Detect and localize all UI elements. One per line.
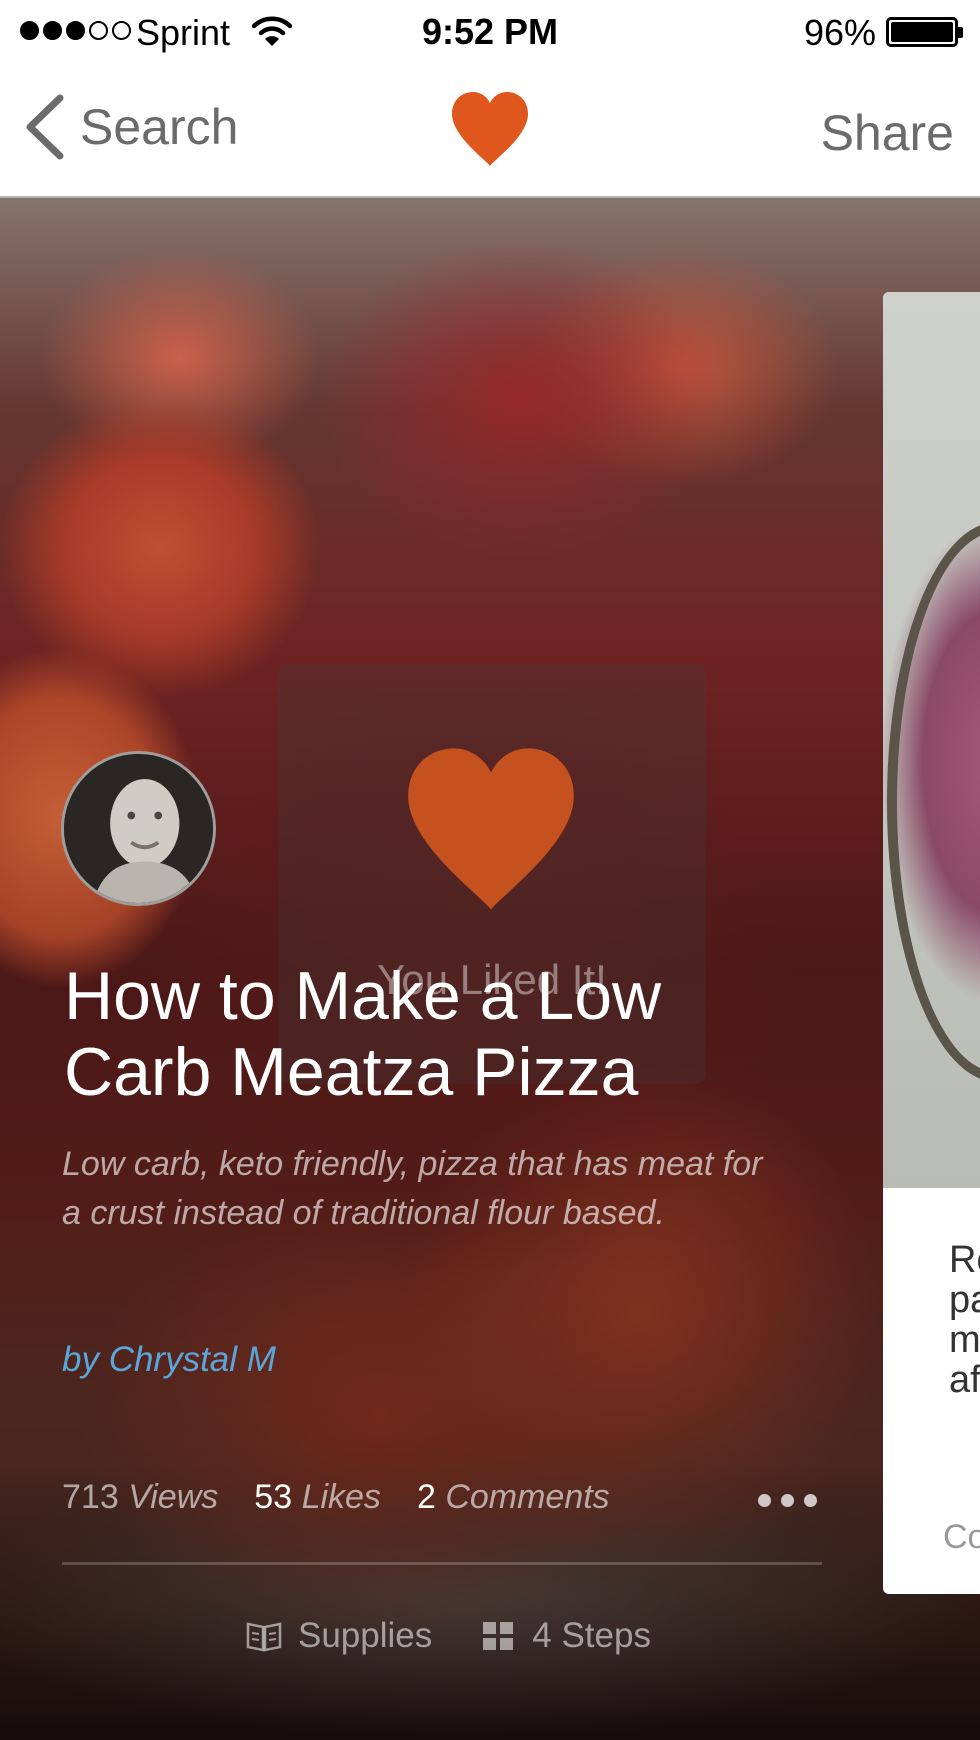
likes-count: 53 [254,1478,293,1516]
views-stat: 713 Views [62,1478,218,1517]
status-bar: Sprint 9:52 PM 96% [0,0,980,64]
steps-label: 4 Steps [532,1616,651,1655]
heart-icon[interactable] [448,90,532,168]
more-options-icon[interactable] [758,1494,817,1507]
supplies-button[interactable]: Supplies [246,1616,432,1656]
views-count: 713 [62,1478,119,1516]
views-label: Views [128,1478,219,1516]
stats-divider [62,1562,822,1565]
project-title: How to Make a Low Carb Meatza Pizza [64,958,662,1110]
next-project-footer: Co [943,1518,980,1556]
grid-icon [483,1622,514,1650]
next-project-title: Ro pa m af [949,1240,980,1400]
back-button-label: Search [80,99,239,155]
battery-percent: 96% [803,12,876,53]
back-button[interactable]: Search [24,94,238,160]
author-avatar[interactable] [61,751,216,906]
heart-icon [408,748,574,910]
project-sections: Supplies 4 Steps [246,1616,651,1656]
project-hero: Ro pa m af Co You Liked It! How to Make … [0,198,980,1740]
likes-label: Likes [301,1478,381,1516]
comments-count: 2 [416,1478,436,1516]
author-link[interactable]: by Chrystal M [62,1340,276,1380]
steps-button[interactable]: 4 Steps [480,1616,651,1656]
book-icon [246,1622,282,1652]
project-description: Low carb, keto friendly, pizza that has … [62,1145,763,1232]
supplies-label: Supplies [298,1616,433,1655]
likes-stat[interactable]: 53 Likes [254,1478,381,1517]
comments-label: Comments [445,1478,610,1516]
next-project-card[interactable]: Ro pa m af Co [883,292,980,1594]
chevron-left-icon [26,94,64,160]
comments-stat[interactable]: 2 Comments [417,1478,610,1517]
battery-icon [886,17,963,47]
project-stats: 713 Views 53 Likes 2 Comments [62,1478,610,1517]
navigation-bar: Search Share [0,64,980,198]
share-button[interactable]: Share [821,104,954,162]
